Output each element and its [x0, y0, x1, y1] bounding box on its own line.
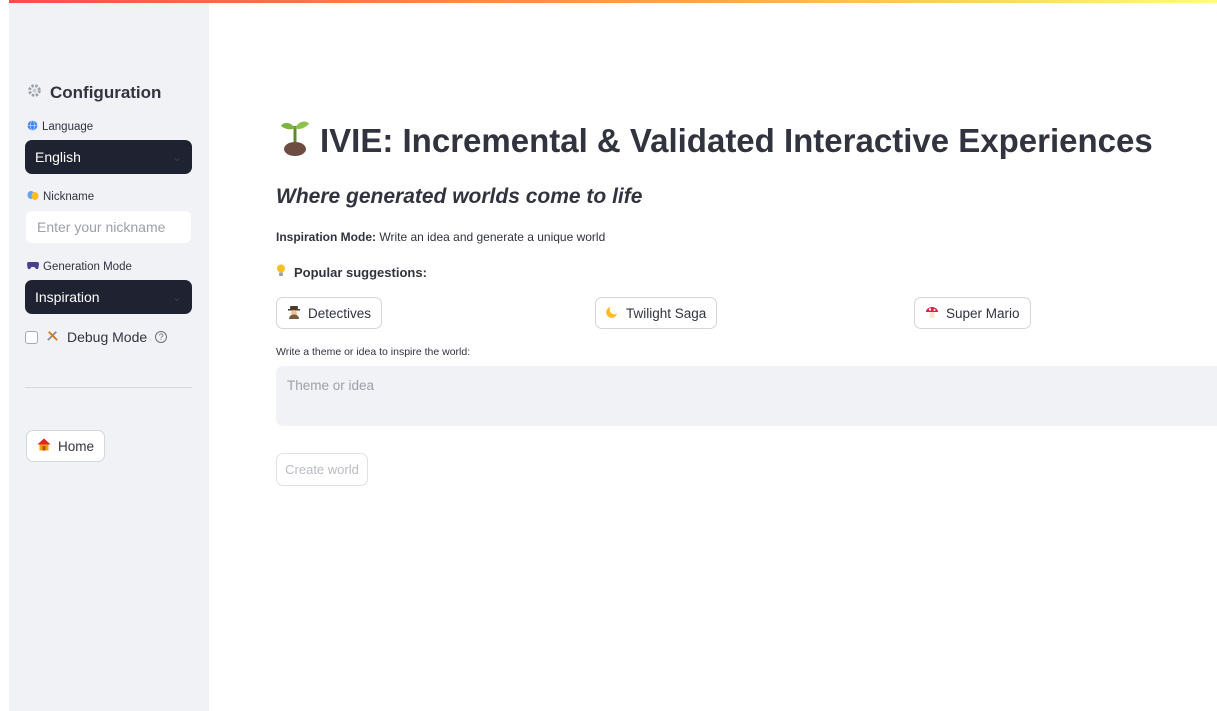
- page-subtitle: Where generated worlds come to life: [276, 185, 643, 208]
- home-button-label: Home: [58, 438, 95, 454]
- create-world-button[interactable]: Create world: [276, 453, 368, 486]
- sidebar: Configuration Language English ⌄ Nicknam…: [9, 3, 209, 711]
- globe-icon: [27, 120, 38, 134]
- suggestion-button-detectives[interactable]: Detectives: [276, 297, 383, 329]
- theme-label: Write a theme or idea to inspire the wor…: [276, 346, 471, 358]
- help-icon[interactable]: ?: [155, 331, 168, 343]
- suggestion-button-super-mario[interactable]: Super Mario: [914, 297, 1031, 329]
- debug-mode-label: Debug Mode: [67, 329, 148, 345]
- suggestions-heading: Popular suggestions:: [276, 264, 427, 280]
- sidebar-title-text: Configuration: [50, 83, 162, 102]
- mode-description-bold: Inspiration Mode:: [276, 230, 376, 244]
- moon-icon: [606, 305, 619, 321]
- debug-mode-row: Debug Mode ?: [25, 329, 168, 345]
- sidebar-divider: [25, 387, 192, 388]
- detective-icon: [287, 305, 301, 322]
- seedling-icon: [280, 118, 310, 164]
- mode-description: Inspiration Mode: Write an idea and gene…: [276, 230, 605, 244]
- chevron-down-icon: ⌄: [171, 150, 182, 164]
- generation-mode-value: Inspiration: [35, 289, 100, 305]
- left-edge: [0, 0, 9, 711]
- language-value: English: [35, 149, 81, 165]
- gear-icon: [27, 83, 42, 103]
- nickname-label: Nickname: [27, 190, 94, 204]
- house-icon: [37, 438, 51, 454]
- sidebar-title: Configuration: [27, 83, 161, 103]
- suggestion-button-twilight-saga[interactable]: Twilight Saga: [595, 297, 718, 329]
- page-title: IVIE: Incremental & Validated Interactiv…: [280, 118, 1153, 164]
- tools-icon: [46, 329, 59, 345]
- chevron-down-icon: ⌄: [171, 290, 182, 304]
- gamepad-icon: [27, 260, 39, 273]
- language-label: Language: [27, 120, 93, 134]
- masks-icon: [27, 190, 39, 204]
- debug-mode-checkbox[interactable]: [25, 330, 38, 344]
- generation-mode-select[interactable]: Inspiration ⌄: [25, 280, 192, 314]
- language-select[interactable]: English ⌄: [25, 140, 192, 174]
- page-title-text: IVIE: Incremental & Validated Interactiv…: [320, 122, 1153, 159]
- nickname-input[interactable]: [25, 210, 192, 244]
- theme-textarea[interactable]: [276, 366, 1217, 426]
- mushroom-icon: [925, 305, 939, 322]
- generation-mode-label: Generation Mode: [27, 260, 132, 273]
- home-button[interactable]: Home: [26, 430, 106, 462]
- mode-description-text: Write an idea and generate a unique worl…: [376, 230, 606, 244]
- lightbulb-icon: [276, 264, 286, 280]
